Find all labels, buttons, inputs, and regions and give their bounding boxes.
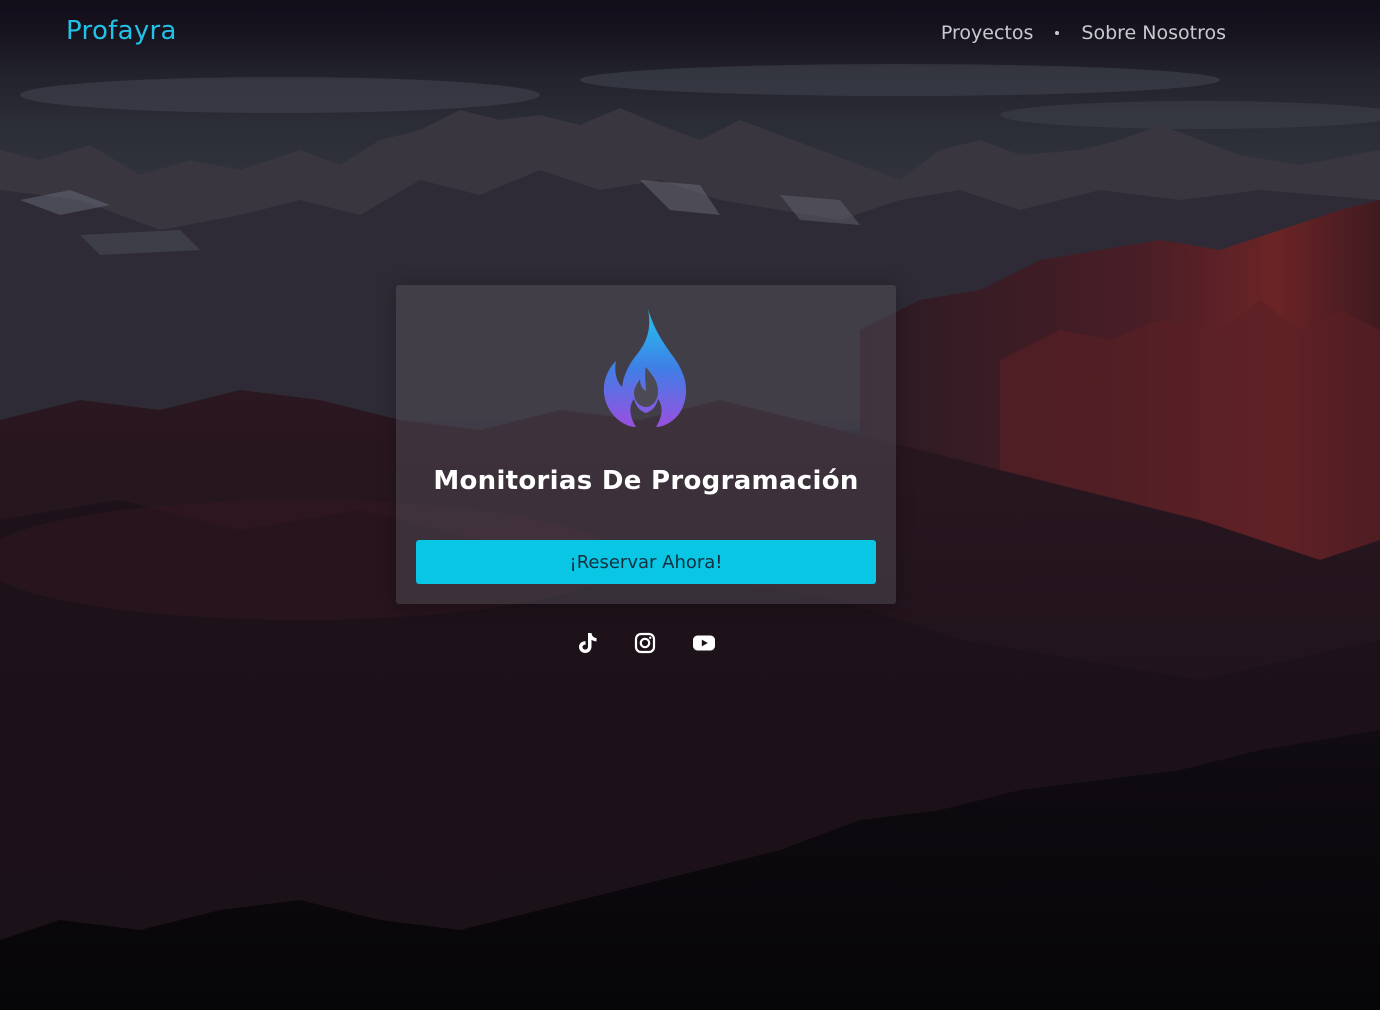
nav-link-proyectos[interactable]: Proyectos — [941, 22, 1034, 44]
instagram-icon[interactable] — [632, 630, 658, 656]
reserve-now-button[interactable]: ¡Reservar Ahora! — [416, 540, 876, 584]
social-links — [574, 630, 719, 658]
tiktok-icon[interactable] — [574, 630, 600, 656]
hero-card: Monitorias De Programación ¡Reservar Aho… — [396, 285, 896, 604]
nav-link-sobre-nosotros[interactable]: Sobre Nosotros — [1081, 22, 1226, 44]
nav-separator-dot — [1055, 31, 1060, 35]
youtube-icon[interactable] — [691, 630, 717, 656]
main-nav: Proyectos Sobre Nosotros — [941, 22, 1226, 44]
page-title: Monitorias De Programación — [433, 466, 859, 496]
brand-logo-link[interactable]: Profayra — [66, 16, 177, 46]
header: Profayra Proyectos Sobre Nosotros — [0, 0, 1380, 70]
flame-logo-icon — [603, 309, 687, 427]
